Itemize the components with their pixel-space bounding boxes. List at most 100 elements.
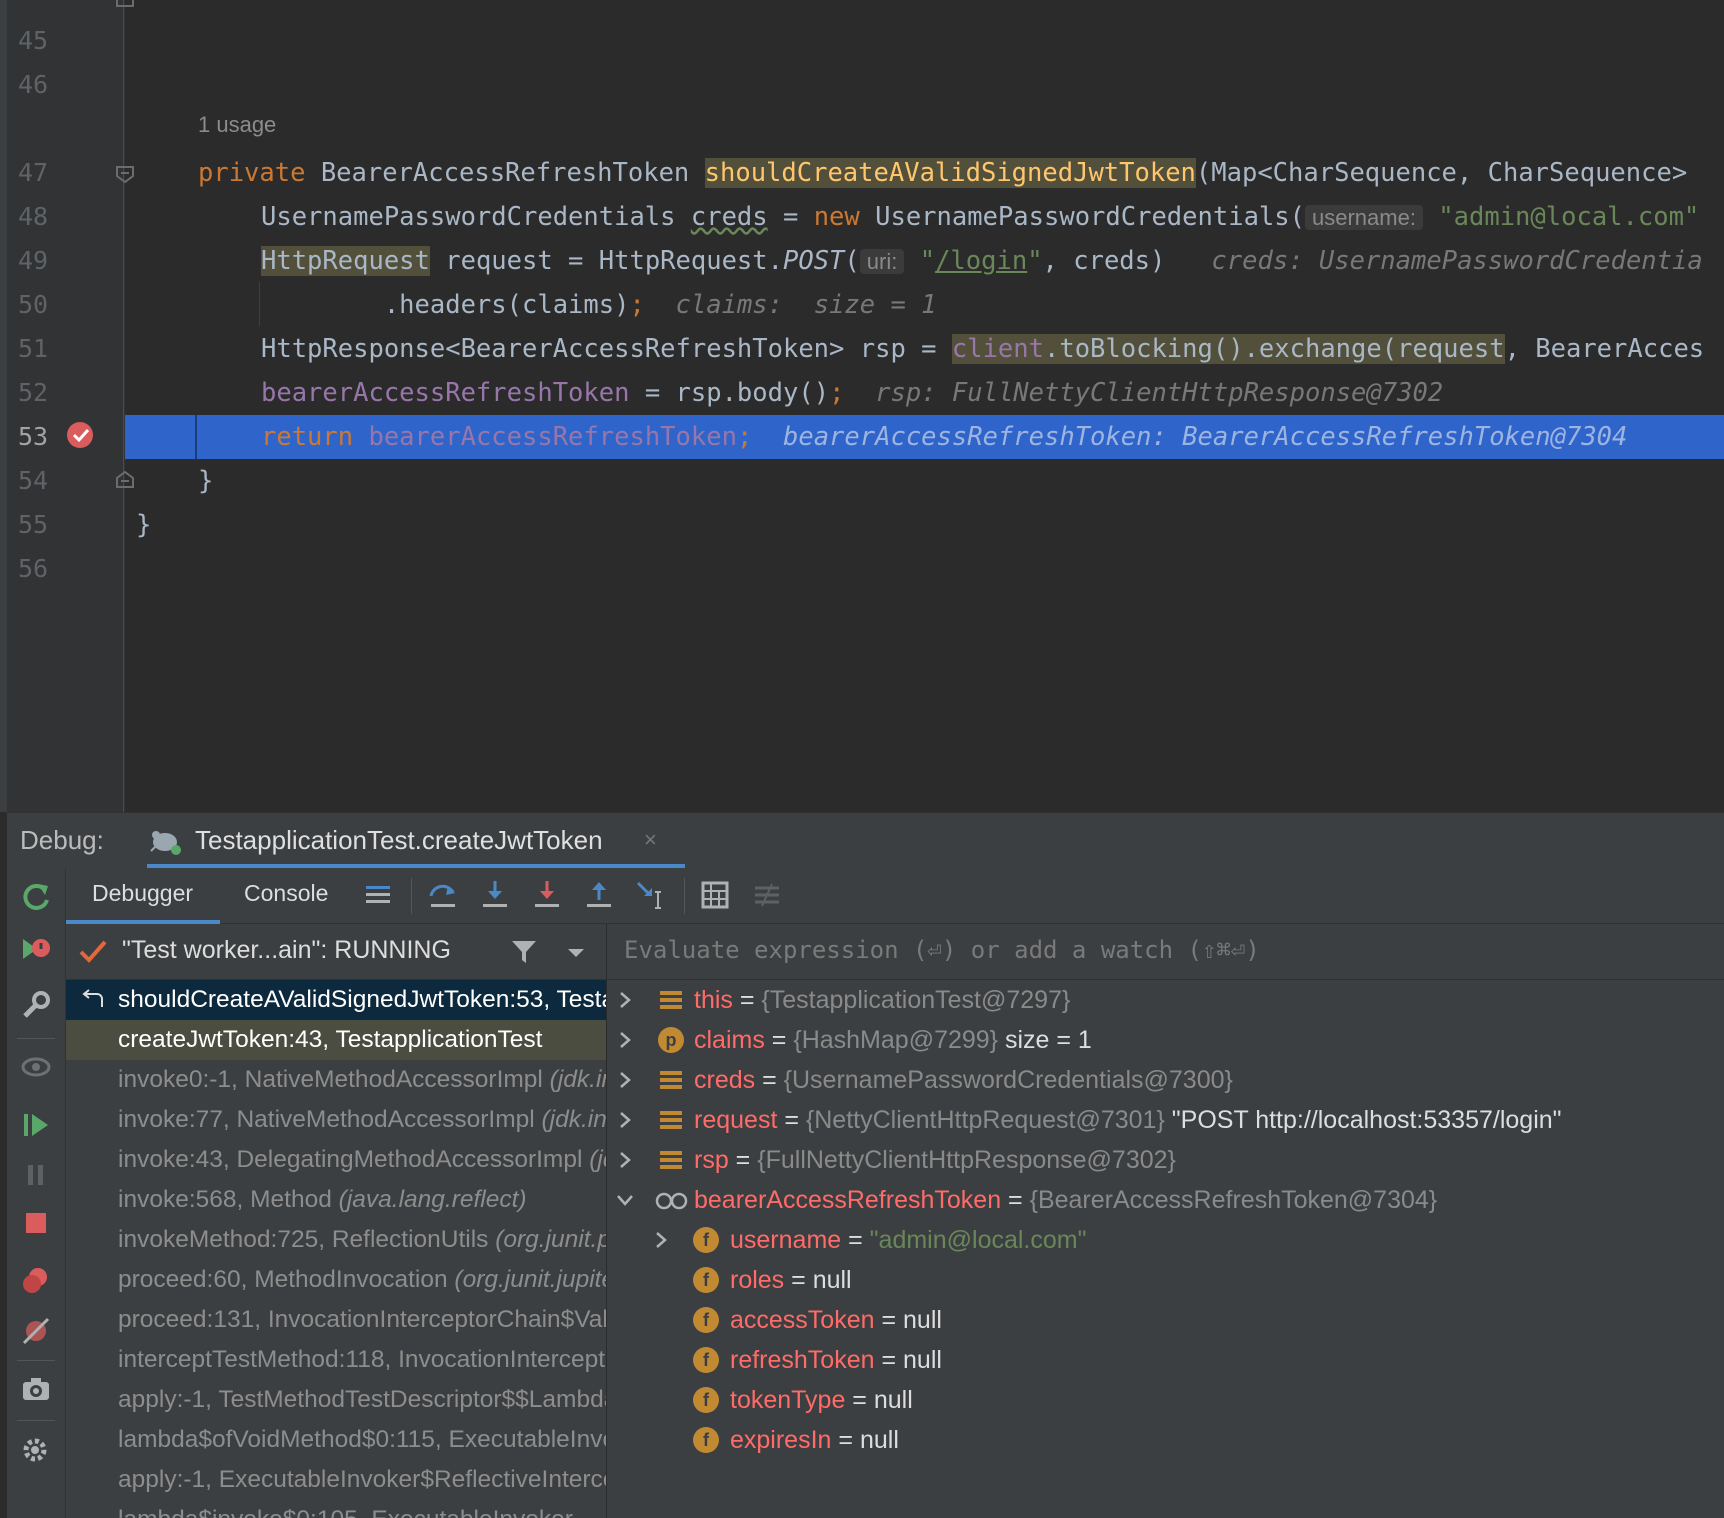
- chevron-right-icon[interactable]: [615, 990, 635, 1010]
- code-line-55[interactable]: }: [136, 503, 151, 547]
- code-line-54[interactable]: }: [198, 459, 213, 503]
- field-row[interactable]: accessToken = null: [730, 1300, 942, 1340]
- step-into-icon[interactable]: [478, 878, 512, 912]
- step-over-icon[interactable]: [426, 878, 460, 912]
- field-row[interactable]: tokenType = null: [730, 1380, 913, 1420]
- frame-item[interactable]: proceed:131, InvocationInterceptorChain$…: [66, 1300, 606, 1340]
- force-step-into-icon[interactable]: [530, 878, 564, 912]
- menu-lines-icon[interactable]: [361, 878, 395, 912]
- variable-value: {FullNettyClientHttpResponse@7302}: [757, 1146, 1176, 1174]
- variable-row[interactable]: rsp = {FullNettyClientHttpResponse@7302}: [694, 1140, 1176, 1180]
- field-value: null: [859, 1426, 899, 1454]
- mute-breakpoints-icon[interactable]: [19, 1314, 53, 1348]
- code-line-51[interactable]: HttpResponse<BearerAccessRefreshToken> r…: [261, 327, 1704, 371]
- rerun-failed-icon[interactable]: [19, 934, 53, 968]
- frame-label: invoke:77, NativeMethodAccessorImpl: [118, 1106, 542, 1133]
- view-breakpoints-icon[interactable]: [19, 1264, 53, 1298]
- chevron-right-icon[interactable]: [615, 1150, 635, 1170]
- variable-row[interactable]: this = {TestapplicationTest@7297}: [694, 980, 1070, 1020]
- frame-item[interactable]: invoke0:-1, NativeMethodAccessorImpl (jd…: [66, 1060, 606, 1100]
- string-link[interactable]: /login: [935, 246, 1027, 276]
- field-row[interactable]: username = "admin@local.com": [730, 1220, 1086, 1260]
- wrench-icon[interactable]: [19, 988, 53, 1022]
- frame-item[interactable]: lambda$ofVoidMethod$0:115, ExecutableInv…: [66, 1420, 606, 1460]
- camera-icon[interactable]: [19, 1372, 53, 1406]
- code-line-49[interactable]: HttpRequest request = HttpRequest.POST(u…: [261, 239, 1703, 283]
- frames-list[interactable]: shouldCreateAValidSignedJwtToken:53, Tes…: [66, 980, 607, 1518]
- evaluate-expression-input[interactable]: Evaluate expression (⏎) or add a watch (…: [607, 924, 1724, 980]
- frame-package: (org.junit.jupiter.engine.execution): [454, 1266, 606, 1293]
- field-row[interactable]: refreshToken = null: [730, 1340, 942, 1380]
- toolbar-separator: [411, 878, 412, 914]
- stop-icon[interactable]: [19, 1206, 53, 1240]
- frame-item[interactable]: invokeMethod:725, ReflectionUtils (org.j…: [66, 1220, 606, 1260]
- variables-tree[interactable]: this = {TestapplicationTest@7297} p clai…: [607, 980, 1724, 1518]
- equals: =: [874, 1346, 904, 1374]
- frame-package: (java.lang.reflect): [338, 1186, 527, 1213]
- chevron-right-icon[interactable]: [615, 1110, 635, 1130]
- view-breakpoints-icon[interactable]: [19, 1050, 53, 1084]
- trace-stream-icon[interactable]: [750, 878, 784, 912]
- pause-icon[interactable]: [19, 1158, 53, 1192]
- variable-request: request: [1397, 334, 1505, 364]
- frame-item[interactable]: shouldCreateAValidSignedJwtToken:53, Tes…: [66, 980, 606, 1020]
- usage-hint[interactable]: 1 usage: [198, 112, 276, 138]
- frame-item[interactable]: apply:-1, TestMethodTestDescriptor$$Lamb…: [66, 1380, 606, 1420]
- chevron-down-icon[interactable]: [566, 946, 586, 964]
- evaluate-expression-icon[interactable]: [698, 878, 732, 912]
- field-name: expiresIn: [730, 1426, 832, 1454]
- string-literal: "admin@local.com": [1422, 202, 1700, 232]
- chevron-right-icon[interactable]: [615, 1070, 635, 1090]
- frame-item[interactable]: invoke:43, DelegatingMethodAccessorImpl …: [66, 1140, 606, 1180]
- frame-item[interactable]: proceed:60, MethodInvocation (org.junit.…: [66, 1260, 606, 1300]
- code-line-47[interactable]: private BearerAccessRefreshToken shouldC…: [198, 151, 1703, 195]
- code-line-50[interactable]: .headers(claims); claims: size = 1: [261, 283, 937, 327]
- frame-item[interactable]: invoke:568, Method (java.lang.reflect): [66, 1180, 606, 1220]
- gear-icon[interactable]: [19, 1434, 53, 1468]
- run-to-cursor-icon[interactable]: [634, 878, 668, 912]
- equals: =: [755, 1066, 784, 1094]
- chevron-down-icon[interactable]: [615, 1190, 635, 1210]
- frame-item[interactable]: apply:-1, ExecutableInvoker$ReflectiveIn…: [66, 1460, 606, 1500]
- code-line-53-execution-point[interactable]: return bearerAccessRefreshToken; bearerA…: [125, 415, 1724, 459]
- tab-debugger[interactable]: Debugger: [92, 880, 193, 907]
- breakpoint-icon[interactable]: [66, 421, 94, 449]
- variable-row[interactable]: bearerAccessRefreshToken = {BearerAccess…: [694, 1180, 1437, 1220]
- frame-item[interactable]: invoke:77, NativeMethodAccessorImpl (jdk…: [66, 1100, 606, 1140]
- fold-marker-icon[interactable]: [116, 0, 134, 14]
- frame-item[interactable]: interceptTestMethod:118, InvocationInter…: [66, 1340, 606, 1380]
- equals: =: [831, 1426, 860, 1454]
- frame-item[interactable]: createJwtToken:43, TestapplicationTest: [66, 1020, 606, 1060]
- frame-label: invoke:568, Method: [118, 1186, 339, 1213]
- step-out-icon[interactable]: [582, 878, 616, 912]
- resume-icon[interactable]: [19, 1108, 53, 1142]
- field-row[interactable]: expiresIn = null: [730, 1420, 899, 1460]
- field-row[interactable]: roles = null: [730, 1260, 852, 1300]
- frame-label: lambda$invoke$0:105, ExecutableInvoker: [118, 1506, 573, 1518]
- fold-marker-icon[interactable]: [116, 470, 134, 488]
- variable-row[interactable]: claims = {HashMap@7299} size = 1: [694, 1020, 1092, 1060]
- frame-item[interactable]: lambda$invoke$0:105, ExecutableInvoker: [66, 1500, 606, 1518]
- selection-margin: [195, 415, 197, 459]
- variable-row[interactable]: request = {NettyClientHttpRequest@7301} …: [694, 1100, 1562, 1140]
- toolbar-separator: [17, 1360, 55, 1361]
- field-value: null: [903, 1306, 942, 1334]
- field-icon: f: [693, 1307, 719, 1333]
- chevron-right-icon[interactable]: [651, 1230, 671, 1250]
- rerun-icon[interactable]: [19, 880, 53, 914]
- field-value: null: [903, 1346, 942, 1374]
- code-editor[interactable]: 45 46 47 48 49 50 51 52 53 54 55 56 1 us…: [0, 0, 1724, 812]
- frame-label: createJwtToken:43, TestapplicationTest: [118, 1026, 543, 1053]
- tab-console[interactable]: Console: [244, 880, 328, 907]
- code-line-48[interactable]: UsernamePasswordCredentials creds = new …: [261, 195, 1699, 239]
- variable-row[interactable]: creds = {UsernamePasswordCredentials@730…: [694, 1060, 1233, 1100]
- debug-session-tab[interactable]: TestapplicationTest.createJwtToken ×: [147, 813, 685, 868]
- session-name: TestapplicationTest.createJwtToken: [195, 825, 603, 855]
- fold-marker-icon[interactable]: [116, 166, 134, 184]
- filter-icon[interactable]: [510, 938, 538, 971]
- chevron-right-icon[interactable]: [615, 1030, 635, 1050]
- check-icon: [78, 938, 108, 971]
- thread-selector[interactable]: "Test worker...ain": RUNNING: [66, 924, 606, 980]
- close-icon[interactable]: ×: [644, 827, 657, 853]
- code-line-52[interactable]: bearerAccessRefreshToken = rsp.body(); r…: [261, 371, 1443, 415]
